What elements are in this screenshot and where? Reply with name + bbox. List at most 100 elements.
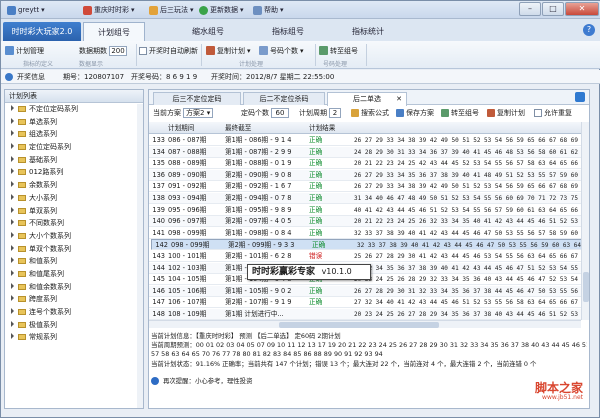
plan-list-item[interactable]: 大小系列	[5, 192, 143, 205]
close-tab-icon[interactable]: ✕	[396, 93, 402, 106]
lottery-menu[interactable]: 重庆时时彩 ▾	[83, 4, 135, 16]
current-plan-select[interactable]: 方案2 ▾	[183, 108, 214, 118]
scroll-thumb[interactable]	[279, 322, 439, 328]
copy-plan-button-2[interactable]: 复制计划	[487, 106, 525, 120]
table-row[interactable]: 141 098 - 099期 第1期 - 098期 - 0 8 4 正确 32 33 3…	[149, 228, 581, 239]
table-row[interactable]: 134 087 - 088期 第1期 - 087期 - 2 9 9 正确 24 28 2…	[149, 146, 581, 158]
expand-arrow-icon[interactable]	[11, 269, 14, 276]
update-data-button[interactable]: 更新数据 ▾	[199, 4, 244, 16]
table-row[interactable]: 139 095 - 096期 第1期 - 095期 - 9 8 9 正确 40 41 4…	[149, 205, 581, 216]
ribbon-group-label: 指标的定义	[23, 61, 54, 68]
play-menu[interactable]: 后三玩法 ▾	[149, 4, 194, 16]
expand-arrow-icon[interactable]	[11, 308, 14, 314]
expand-arrow-icon[interactable]	[11, 257, 14, 264]
plan-list-item[interactable]: 不同数系列	[5, 217, 143, 230]
plan-list-item[interactable]: 和值系列	[5, 255, 143, 268]
table-row[interactable]: 140 096 - 097期 第2期 - 097期 - 4 0 5 正确 20 21 2…	[149, 216, 581, 228]
table-row[interactable]: 137 091 - 092期 第2期 - 092期 - 1 6 7 正确 26 27 2…	[149, 181, 581, 193]
plan-list-item[interactable]: 跨度系列	[5, 293, 143, 306]
subtab-back2-single[interactable]: 后二单选 ✕	[327, 92, 407, 106]
to-group-button-2[interactable]: 转至组号	[441, 106, 479, 120]
expand-icon[interactable]	[575, 92, 585, 102]
table-row[interactable]: 135 088 - 089期 第1期 - 088期 - 0 1 9 正确 20 21 2…	[149, 158, 581, 170]
copy-plan-button[interactable]: 复制计划 ▾	[206, 45, 251, 56]
plan-manage-button[interactable]: 计划管理	[5, 45, 44, 56]
plan-list-item[interactable]: 连号个数系列	[5, 306, 143, 319]
expand-arrow-icon[interactable]	[11, 295, 14, 302]
copy-menu-button[interactable]: 号码个数 ▾	[259, 45, 304, 56]
plan-list-item[interactable]: 常规系列	[5, 331, 143, 344]
plan-list-item[interactable]: 012路系列	[5, 166, 143, 179]
subtab-back2-kill[interactable]: 后二不定位杀码	[243, 92, 325, 105]
help-menu[interactable]: 帮助 ▾	[253, 4, 284, 16]
plan-list-item[interactable]: 和值尾系列	[5, 268, 143, 281]
tab-plan-group[interactable]: 计划组号	[83, 22, 145, 41]
app-tab[interactable]: 时时彩大玩家2.0	[3, 22, 81, 41]
table-row[interactable]: 146 105 - 106期 第1期 - 105期 - 9 0 2 正确 26 27 2…	[149, 285, 581, 297]
expand-arrow-icon[interactable]	[11, 219, 14, 226]
plan-list-item[interactable]: 和值余数系列	[5, 281, 143, 294]
plan-list-item[interactable]: 单双个数系列	[5, 243, 143, 256]
plan-list-item[interactable]: 组选系列	[5, 128, 143, 141]
search-formula-button[interactable]: 搜索公式	[351, 106, 389, 120]
tab-shrink-group[interactable]: 缩水组号	[188, 22, 228, 41]
table-row[interactable]: 136 089 - 090期 第2期 - 090期 - 9 0 8 正确 26 27 2…	[149, 169, 581, 181]
plan-list-item[interactable]: 定位定码系列	[5, 141, 143, 154]
table-row[interactable]: 147 106 - 107期 第2期 - 107期 - 9 1 9 正确 27 32 3…	[149, 297, 581, 309]
period-count-input[interactable]: 200	[109, 45, 127, 56]
table-row[interactable]: 142 098 - 099期 第2期 - 099期 - 9 3 3 正确 32 33 3…	[151, 239, 581, 251]
plan-list-item[interactable]: 余数系列	[5, 179, 143, 192]
allow-repeat-checkbox[interactable]: 允许重复	[534, 106, 572, 120]
column-header[interactable]: 计划结果	[309, 122, 349, 134]
table-row[interactable]: 133 086 - 087期 第1期 - 086期 - 9 1 4 正确 26 27 2…	[149, 135, 581, 146]
plan-list-item[interactable]: 单选系列	[5, 116, 143, 129]
plan-list-item[interactable]: 基础系列	[5, 154, 143, 167]
expand-arrow-icon[interactable]	[11, 206, 14, 213]
plan-period: 098 - 099期	[171, 241, 210, 250]
expand-arrow-icon[interactable]	[11, 231, 14, 238]
expand-arrow-icon[interactable]	[11, 168, 14, 175]
column-header[interactable]: 计划期间	[168, 122, 222, 134]
expand-arrow-icon[interactable]	[11, 130, 14, 137]
close-button[interactable]: ✕	[565, 2, 599, 16]
expand-arrow-icon[interactable]	[11, 143, 14, 150]
expand-arrow-icon[interactable]	[11, 282, 14, 289]
expand-arrow-icon[interactable]	[11, 193, 14, 200]
expand-arrow-icon[interactable]	[11, 333, 14, 340]
table-vertical-scrollbar[interactable]	[581, 122, 589, 320]
copy-icon	[487, 109, 495, 117]
sidebar-scrollbar[interactable]	[137, 104, 143, 408]
expand-arrow-icon[interactable]	[11, 105, 14, 111]
expand-arrow-icon[interactable]	[11, 155, 14, 162]
user-menu[interactable]: greytt ▾	[7, 4, 45, 16]
table-horizontal-scrollbar[interactable]	[149, 320, 581, 328]
allow-repeat-label: 允许重复	[544, 109, 572, 117]
period-input[interactable]: 2	[329, 108, 341, 118]
expand-arrow-icon[interactable]	[11, 244, 14, 251]
save-plan-button[interactable]: 保存方案	[396, 106, 434, 120]
table-row[interactable]: 138 093 - 094期 第2期 - 094期 - 0 7 8 正确 31 34 4…	[149, 193, 581, 204]
fixed-count-input[interactable]: 60	[271, 108, 289, 118]
subtab-back3[interactable]: 后三不定位定码	[153, 92, 241, 105]
expand-arrow-icon[interactable]	[11, 320, 14, 327]
auto-refresh-checkbox[interactable]: 开奖时自动刷新	[139, 45, 198, 56]
plan-list-item[interactable]: 单双系列	[5, 205, 143, 218]
table-row[interactable]: 143 100 - 101期 第2期 - 101期 - 6 2 8 错误 25 26 2…	[149, 251, 581, 262]
help-icon[interactable]: ?	[583, 24, 595, 36]
plan-list-item[interactable]: 大小个数系列	[5, 230, 143, 243]
plan-list-item[interactable]: 极值系列	[5, 319, 143, 332]
table-row[interactable]: 148 108 - 109期 第1期 计划进行中... 20 23 24 25 26 …	[149, 309, 581, 320]
final-result: 第2期 - 107期 - 9 1 9	[225, 298, 292, 307]
to-group-button[interactable]: 转至组号	[319, 45, 358, 56]
tab-indicator-stats[interactable]: 指标统计	[343, 22, 393, 41]
current-plan-label: 当前方案	[153, 109, 181, 117]
expand-arrow-icon[interactable]	[11, 117, 14, 124]
scroll-thumb[interactable]	[583, 272, 589, 302]
column-header[interactable]: 最终截至	[225, 122, 307, 134]
maximize-button[interactable]: □	[542, 2, 564, 16]
tab-indicator-group[interactable]: 指标组号	[263, 22, 313, 41]
minimize-button[interactable]: –	[519, 2, 541, 16]
expand-arrow-icon[interactable]	[11, 181, 14, 188]
plan-list-item[interactable]: 不定位定码系列	[5, 103, 143, 116]
table-header: 计划期间 最终截至 计划结果	[149, 122, 581, 134]
